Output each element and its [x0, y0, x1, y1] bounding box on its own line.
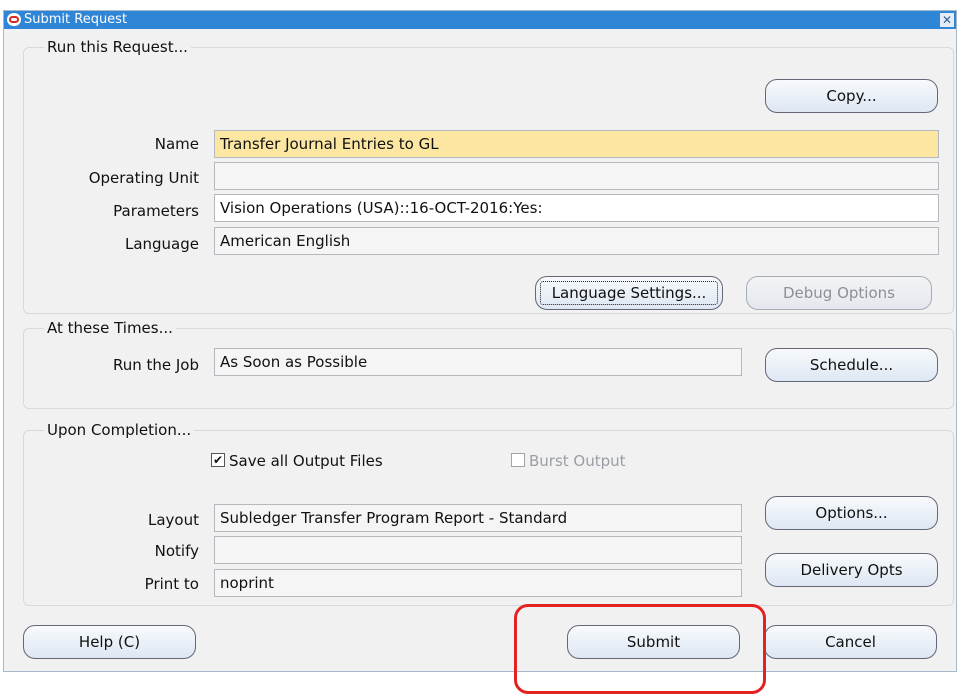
schedule-button[interactable]: Schedule...: [765, 348, 938, 382]
burst-output-checkbox[interactable]: [511, 452, 525, 467]
debug-options-button[interactable]: Debug Options: [746, 276, 932, 310]
burst-output-checkbox-row[interactable]: Burst Output: [511, 451, 626, 471]
print-to-field[interactable]: noprint: [214, 569, 742, 597]
cancel-button[interactable]: Cancel: [764, 625, 937, 659]
run-request-section: Run this Request... Copy... Name Transfe…: [23, 37, 954, 314]
name-field[interactable]: Transfer Journal Entries to GL: [214, 130, 939, 158]
run-job-label: Run the Job: [112, 356, 199, 374]
burst-output-label: Burst Output: [529, 452, 626, 470]
at-these-times-section: At these Times... Run the Job As Soon as…: [23, 318, 954, 409]
save-output-label: Save all Output Files: [229, 452, 383, 470]
at-these-times-section-title: At these Times...: [44, 318, 176, 338]
language-label: Language: [124, 235, 199, 253]
run-job-field[interactable]: As Soon as Possible: [214, 348, 742, 376]
language-settings-button[interactable]: Language Settings...: [535, 276, 723, 310]
notify-field[interactable]: [214, 536, 742, 564]
notify-label: Notify: [154, 542, 199, 560]
save-output-checkbox[interactable]: ✔: [211, 452, 225, 467]
close-icon[interactable]: ✕: [940, 13, 954, 27]
parameters-field[interactable]: Vision Operations (USA)::16-OCT-2016:Yes…: [214, 194, 939, 222]
submit-highlight-box: [514, 604, 766, 694]
oracle-logo-icon: [7, 13, 21, 26]
upon-completion-section-title: Upon Completion...: [44, 420, 195, 440]
help-button[interactable]: Help (C): [23, 625, 196, 659]
copy-button[interactable]: Copy...: [765, 79, 938, 113]
parameters-label: Parameters: [113, 202, 199, 220]
print-to-label: Print to: [144, 575, 199, 593]
run-request-section-title: Run this Request...: [44, 37, 191, 57]
save-output-checkbox-row[interactable]: ✔ Save all Output Files: [211, 451, 383, 471]
submit-request-window: Submit Request ✕ Run this Request... Cop…: [3, 10, 957, 672]
layout-label: Layout: [148, 511, 199, 529]
delivery-opts-button[interactable]: Delivery Opts: [765, 553, 938, 587]
name-label: Name: [154, 135, 199, 153]
upon-completion-section: Upon Completion... ✔ Save all Output File…: [23, 420, 954, 606]
title-bar: Submit Request ✕: [4, 11, 956, 29]
window-title: Submit Request: [24, 12, 128, 27]
layout-field[interactable]: Subledger Transfer Program Report - Stan…: [214, 504, 742, 532]
operating-unit-label: Operating Unit: [88, 169, 199, 187]
operating-unit-field[interactable]: [214, 162, 939, 190]
options-button[interactable]: Options...: [765, 496, 938, 530]
language-field[interactable]: American English: [214, 227, 939, 255]
